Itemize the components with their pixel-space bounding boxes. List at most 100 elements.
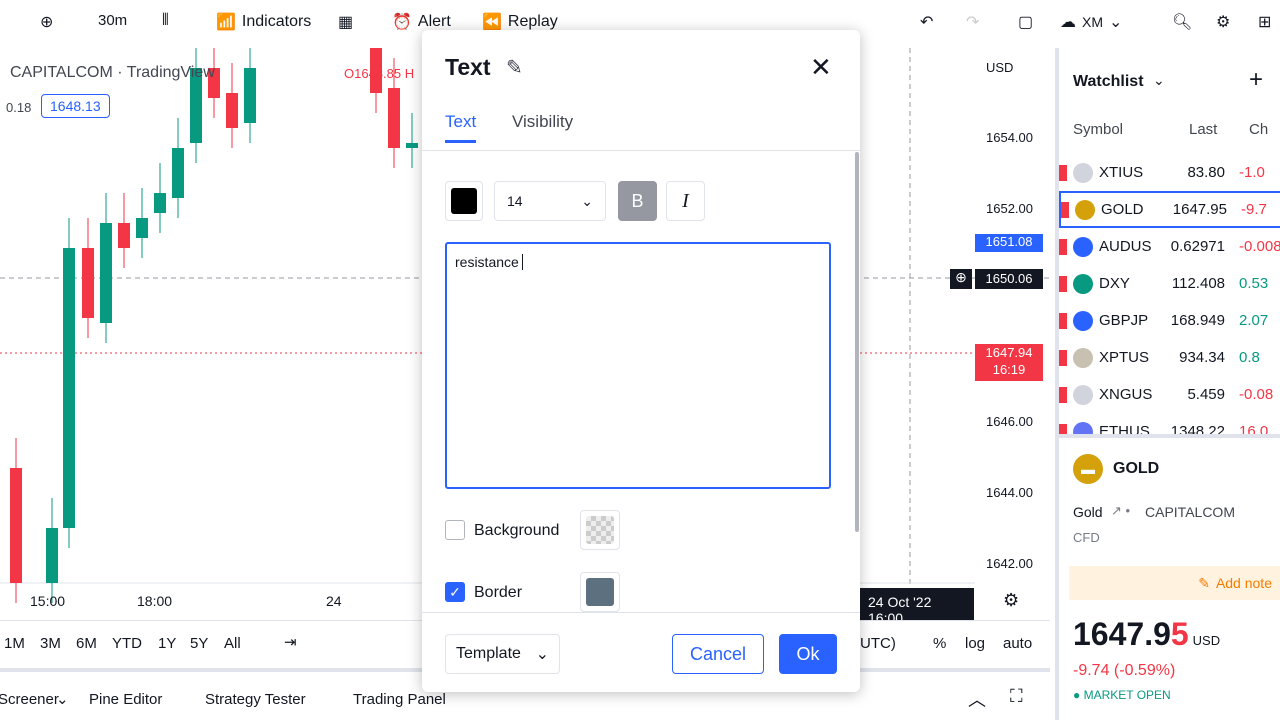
legend-change: 0.18 bbox=[6, 100, 32, 115]
replay-button[interactable]: ⏪ Replay bbox=[482, 12, 558, 32]
redo-icon[interactable]: ↷ bbox=[966, 12, 979, 32]
border-color-button[interactable] bbox=[580, 572, 620, 612]
flag-icon[interactable] bbox=[1061, 201, 1069, 218]
border-checkbox[interactable]: ✓ bbox=[445, 582, 465, 602]
add-symbol-icon[interactable]: ⊕ bbox=[40, 12, 53, 32]
row-symbol: XPTUS bbox=[1099, 349, 1150, 366]
watchlist-row[interactable]: GOLD 1647.95 -9.7 bbox=[1059, 191, 1280, 228]
currency-select[interactable]: USD bbox=[986, 60, 1013, 75]
watchlist-row[interactable]: XNGUS 5.459 -0.08 bbox=[1059, 376, 1280, 413]
add-plus-icon[interactable]: ⊕ bbox=[950, 269, 972, 289]
row-symbol: AUDUS bbox=[1099, 238, 1152, 255]
last-price: 1647.94 bbox=[985, 345, 1033, 360]
crosshair-price: 1650.06 bbox=[975, 269, 1043, 289]
italic-toggle[interactable]: I bbox=[666, 181, 705, 221]
maximize-icon[interactable]: ⛶ bbox=[1010, 686, 1023, 707]
row-last: 168.949 bbox=[1170, 312, 1225, 329]
broker-button[interactable]: ☁ XM ⌄ bbox=[1060, 12, 1122, 32]
row-change: 0.53 bbox=[1239, 275, 1269, 292]
candle bbox=[136, 218, 148, 238]
watchlist-title[interactable]: Watchlist bbox=[1073, 73, 1144, 91]
gear-icon[interactable]: ⚙ bbox=[1216, 12, 1230, 32]
time-tick: 24 bbox=[326, 593, 342, 609]
timezone[interactable]: UTC) bbox=[860, 635, 896, 652]
chevron-up-icon[interactable]: ︿ bbox=[968, 686, 986, 712]
font-size-value: 14 bbox=[507, 193, 523, 209]
layouts-icon[interactable]: ▦ bbox=[338, 12, 353, 32]
watchlist-row[interactable]: XPTUS 934.34 0.8 bbox=[1059, 339, 1280, 376]
flag-icon[interactable] bbox=[1059, 312, 1067, 329]
flag-icon[interactable] bbox=[1059, 275, 1067, 292]
external-link-icon[interactable]: ↗ • bbox=[1111, 503, 1130, 519]
alert-label: Alert bbox=[417, 13, 451, 30]
close-icon[interactable]: ✕ bbox=[810, 52, 832, 83]
template-label: Template bbox=[456, 645, 521, 662]
range-5y[interactable]: 5Y bbox=[190, 635, 208, 652]
undo-icon[interactable]: ↶ bbox=[920, 12, 933, 32]
font-size-select[interactable]: 14 ⌄ bbox=[494, 181, 606, 221]
add-note-button[interactable]: ✎ Add note bbox=[1069, 566, 1280, 600]
watchlist-panel: Watchlist ⌄ + Symbol Last Ch XTIUS 83.80-… bbox=[1055, 48, 1280, 720]
col-symbol[interactable]: Symbol bbox=[1073, 121, 1123, 138]
detail-type: CFD bbox=[1073, 530, 1100, 545]
flag-icon[interactable] bbox=[1059, 349, 1067, 366]
tab-screener[interactable]: Screener bbox=[0, 691, 59, 708]
flag-icon[interactable] bbox=[1059, 423, 1067, 434]
market-status: ● MARKET OPEN bbox=[1073, 688, 1171, 702]
watchlist-row[interactable]: ETHUS 1348.22 16.0 bbox=[1059, 413, 1280, 434]
text-color-button[interactable] bbox=[445, 181, 483, 221]
camera-icon[interactable]: ⊞ bbox=[1258, 12, 1271, 32]
watchlist-row[interactable]: XTIUS 83.80 -1.0 bbox=[1059, 154, 1280, 191]
detail-name[interactable]: Gold bbox=[1073, 504, 1103, 520]
chevron-down-icon[interactable]: ⌄ bbox=[56, 690, 69, 708]
chevron-down-icon: ⌄ bbox=[581, 192, 593, 209]
bold-toggle[interactable]: B bbox=[618, 181, 657, 221]
date-range-icon[interactable]: ⇥ bbox=[284, 633, 297, 651]
text-input[interactable]: resistance bbox=[445, 242, 831, 489]
row-symbol: XTIUS bbox=[1099, 164, 1144, 181]
flag-icon[interactable] bbox=[1059, 164, 1067, 181]
cancel-button[interactable]: Cancel bbox=[672, 634, 764, 674]
search-icon[interactable]: 🔍︎ bbox=[1172, 12, 1192, 32]
add-symbol-plus-icon[interactable]: + bbox=[1249, 66, 1263, 94]
auto-toggle[interactable]: auto bbox=[1003, 635, 1032, 652]
interval-button[interactable]: 30m bbox=[98, 12, 127, 29]
col-last[interactable]: Last bbox=[1189, 121, 1217, 138]
range-all[interactable]: All bbox=[224, 635, 241, 652]
percent-toggle[interactable]: % bbox=[933, 635, 946, 652]
range-6m[interactable]: 6M bbox=[76, 635, 97, 652]
col-change[interactable]: Ch bbox=[1249, 121, 1268, 138]
indicators-button[interactable]: 📶 Indicators bbox=[216, 12, 311, 32]
chevron-down-icon[interactable]: ⌄ bbox=[1153, 72, 1165, 89]
alarm-icon: ⏰ bbox=[392, 14, 412, 31]
template-dropdown[interactable]: Template ⌄ bbox=[445, 634, 560, 674]
range-1y[interactable]: 1Y bbox=[158, 635, 176, 652]
watchlist-row[interactable]: AUDUS 0.62971 -0.008 bbox=[1059, 228, 1280, 265]
tab-text[interactable]: Text bbox=[445, 112, 477, 143]
background-checkbox[interactable] bbox=[445, 520, 465, 540]
tab-trading-panel[interactable]: Trading Panel bbox=[353, 691, 446, 708]
candles-icon[interactable]: ⫴ bbox=[162, 12, 169, 30]
tab-visibility[interactable]: Visibility bbox=[512, 112, 573, 132]
countdown: 16:19 bbox=[992, 362, 1026, 377]
color-swatch bbox=[586, 578, 614, 606]
alert-button[interactable]: ⏰ Alert bbox=[392, 12, 451, 32]
candle bbox=[10, 468, 22, 583]
flag-icon[interactable] bbox=[1059, 238, 1067, 255]
ok-button[interactable]: Ok bbox=[779, 634, 837, 674]
flag-icon[interactable] bbox=[1059, 386, 1067, 403]
watchlist-row[interactable]: GBPJP 168.949 2.07 bbox=[1059, 302, 1280, 339]
fullscreen-box-icon[interactable]: ▢ bbox=[1018, 12, 1033, 32]
text-value: resistance bbox=[455, 254, 519, 270]
watchlist-row[interactable]: DXY 112.408 0.53 bbox=[1059, 265, 1280, 302]
settings-icon[interactable]: ⚙ bbox=[1003, 590, 1019, 611]
pencil-icon[interactable]: ✎ bbox=[506, 55, 523, 80]
range-1m[interactable]: 1M bbox=[4, 635, 25, 652]
tab-pine-editor[interactable]: Pine Editor bbox=[89, 691, 162, 708]
background-color-button[interactable] bbox=[580, 510, 620, 550]
range-ytd[interactable]: YTD bbox=[112, 635, 142, 652]
tab-strategy-tester[interactable]: Strategy Tester bbox=[205, 691, 306, 708]
scrollbar[interactable] bbox=[855, 152, 859, 532]
log-toggle[interactable]: log bbox=[965, 635, 985, 652]
range-3m[interactable]: 3M bbox=[40, 635, 61, 652]
